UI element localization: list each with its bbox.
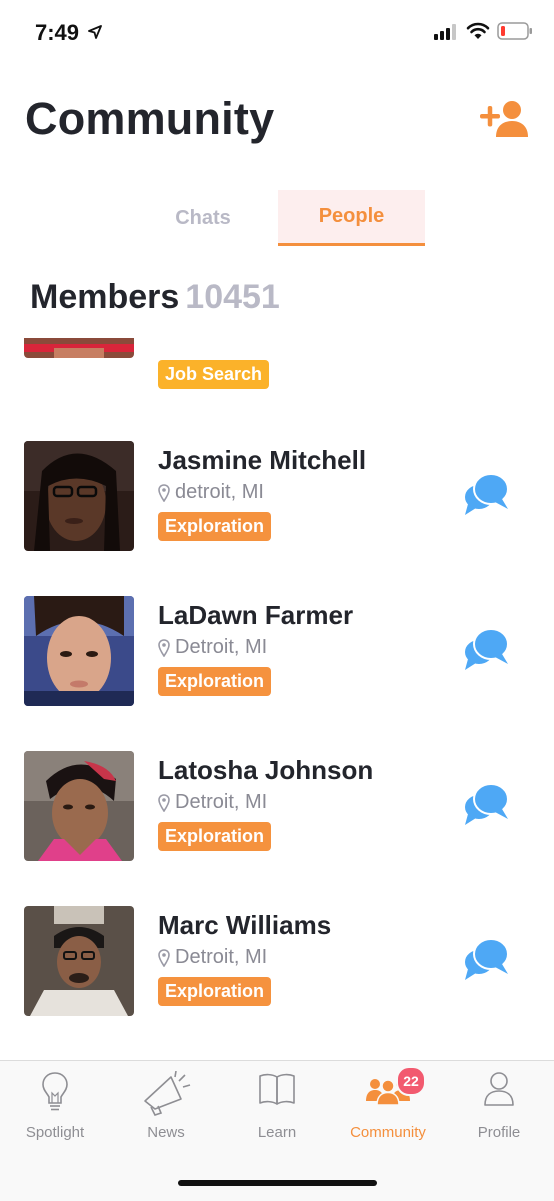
status-badge: Exploration (158, 512, 272, 541)
members-label: Members (30, 278, 180, 316)
list-item[interactable]: Marc Williams Detroit, MI Exploration (0, 906, 554, 1018)
tab-news[interactable]: News (111, 1061, 221, 1156)
battery-icon (497, 22, 532, 40)
chat-bubble-icon[interactable] (462, 781, 510, 827)
avatar (24, 751, 134, 861)
location-text: Detroit, MI (175, 636, 268, 658)
notification-badge: 22 (396, 1066, 426, 1096)
chat-bubble-icon[interactable] (462, 626, 510, 672)
tab-spotlight[interactable]: Spotlight (0, 1061, 110, 1156)
location-pin-icon (158, 948, 170, 967)
members-count: 10451 (185, 278, 280, 316)
tab-label: Learn (257, 1124, 297, 1141)
status-badge: Exploration (158, 977, 272, 1006)
list-item[interactable]: Latosha Johnson Detroit, MI Exploration (0, 751, 554, 863)
avatar (24, 596, 134, 706)
tab-people[interactable]: People (278, 190, 425, 246)
location-text: Detroit, MI (175, 791, 268, 813)
status-time: 7:49 (35, 20, 80, 45)
member-location: Detroit, MI (158, 791, 267, 814)
tab-community[interactable]: Community (333, 1061, 443, 1156)
status-badge: Exploration (158, 822, 272, 851)
chat-bubble-icon[interactable] (462, 471, 510, 517)
list-item[interactable]: Job Search (0, 338, 554, 398)
member-location: Detroit, MI (158, 946, 267, 969)
cellular-signal-icon (434, 24, 456, 40)
tab-chats[interactable]: Chats (128, 190, 278, 246)
member-name: Marc Williams (158, 910, 332, 940)
home-indicator (178, 1180, 377, 1186)
status-badge: Job Search (158, 360, 270, 389)
lightbulb-icon (42, 1072, 68, 1111)
member-name: Latosha Johnson (158, 755, 374, 785)
member-location: Detroit, MI (158, 636, 267, 659)
location-pin-icon (158, 483, 170, 502)
avatar (24, 906, 134, 1016)
tab-label: Community (350, 1124, 426, 1141)
megaphone-icon (144, 1071, 191, 1116)
location-arrow-icon (88, 25, 102, 39)
tab-label: News (147, 1124, 185, 1141)
avatar (24, 441, 134, 551)
member-location: detroit, MI (158, 481, 264, 504)
location-text: Detroit, MI (175, 946, 268, 968)
location-pin-icon (158, 793, 170, 812)
members-header: Members 10451 (30, 278, 280, 317)
member-name: LaDawn Farmer (158, 600, 354, 630)
add-friend-icon[interactable] (480, 100, 530, 138)
location-text: detroit, MI (175, 481, 264, 503)
member-name: Jasmine Mitchell (158, 445, 367, 475)
person-icon (484, 1072, 514, 1106)
location-pin-icon (158, 638, 170, 657)
list-item[interactable]: Jasmine Mitchell detroit, MI Exploration (0, 441, 554, 553)
avatar (24, 338, 134, 358)
tab-learn[interactable]: Learn (222, 1061, 332, 1156)
tab-label: Spotlight (25, 1124, 85, 1141)
list-item[interactable]: LaDawn Farmer Detroit, MI Exploration (0, 596, 554, 708)
tab-profile[interactable]: Profile (444, 1061, 554, 1156)
tab-label: Profile (477, 1124, 521, 1141)
wifi-icon (466, 22, 490, 39)
status-badge: Exploration (158, 667, 272, 696)
book-icon (259, 1073, 295, 1105)
chat-bubble-icon[interactable] (462, 936, 510, 982)
page-title: Community (25, 93, 275, 144)
status-bar: 7:49 (0, 0, 554, 60)
